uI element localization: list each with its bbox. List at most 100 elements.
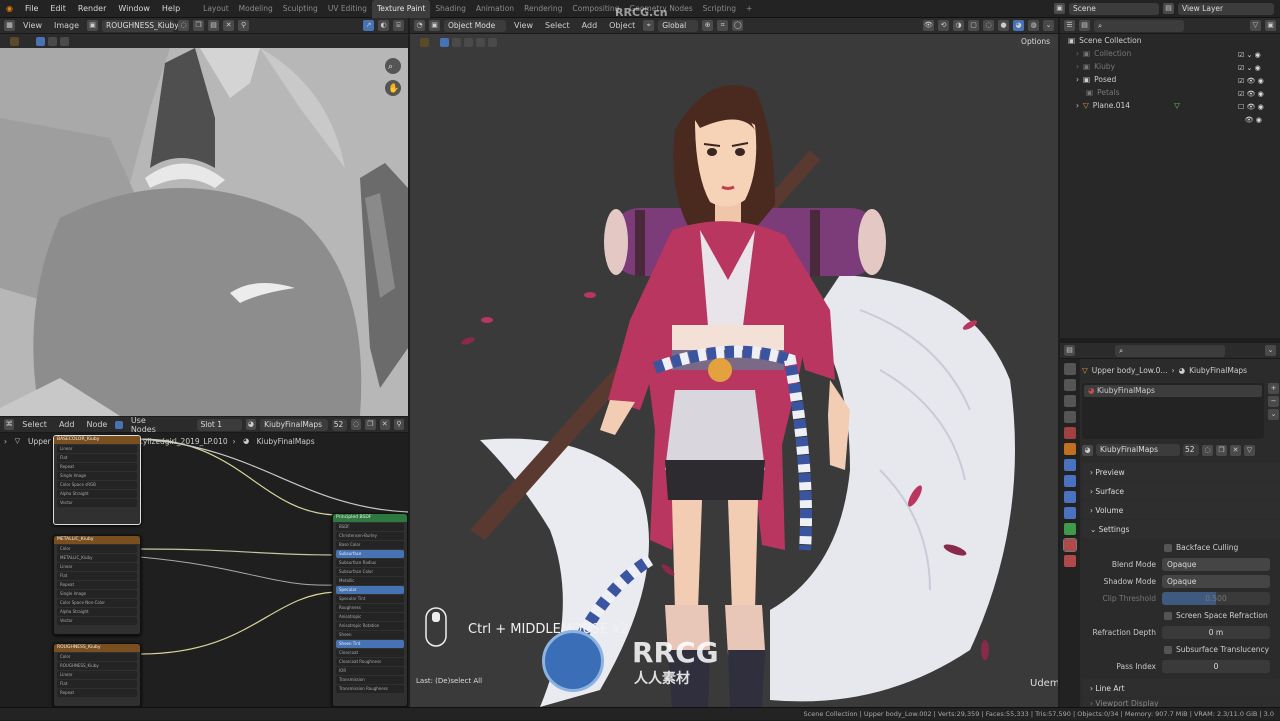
expand-icon[interactable]: › bbox=[1076, 101, 1079, 110]
toggle-row[interactable]: ☐ 👁 ◉ bbox=[1238, 103, 1278, 116]
uv-sync-icon[interactable]: ↗ bbox=[363, 20, 374, 31]
view-layer-tab-icon[interactable] bbox=[1064, 411, 1076, 423]
material-slot-item[interactable]: ◕ KiubyFinalMaps bbox=[1084, 385, 1262, 397]
material-datablock-name[interactable]: KiubyFinalMaps bbox=[1096, 444, 1180, 456]
remove-slot-icon[interactable]: − bbox=[1268, 396, 1279, 407]
new-image-icon[interactable]: ▤ bbox=[208, 20, 220, 31]
snap-icon[interactable]: ⌗ bbox=[717, 20, 729, 31]
pin-icon[interactable]: ⚲ bbox=[238, 20, 250, 31]
select-mode-icon[interactable] bbox=[36, 36, 45, 46]
overlays-icon[interactable]: ◑ bbox=[953, 20, 964, 31]
material-tab-icon[interactable] bbox=[1063, 538, 1077, 552]
select-intersect-icon[interactable] bbox=[488, 37, 497, 47]
tab-shading[interactable]: Shading bbox=[430, 0, 470, 18]
toggle-row[interactable]: ☑ 👁 ◉ bbox=[1238, 90, 1278, 103]
tool-settings-icon[interactable] bbox=[10, 36, 19, 46]
refraction-depth-field[interactable]: 0 m bbox=[1162, 626, 1270, 639]
section-volume[interactable]: › Volume bbox=[1082, 501, 1280, 519]
section-surface[interactable]: › Surface bbox=[1082, 482, 1280, 500]
viewport-add-menu[interactable]: Add bbox=[578, 21, 602, 30]
toggle-row[interactable]: ☑ 👁 ◉ bbox=[1238, 77, 1278, 90]
tab-scripting[interactable]: Scripting bbox=[698, 0, 741, 18]
outliner-search[interactable]: ⌕ bbox=[1094, 19, 1184, 32]
slot-list-box[interactable]: ◕ KiubyFinalMaps bbox=[1082, 383, 1264, 439]
image-browse-icon[interactable]: ▣ bbox=[87, 20, 99, 31]
section-preview[interactable]: › Preview bbox=[1082, 463, 1280, 481]
modifier-tab-icon[interactable] bbox=[1064, 459, 1076, 471]
visibility-icon[interactable]: 👁 bbox=[923, 20, 934, 31]
node-metallic[interactable]: METALLIC_Kiuby Color METALLIC_Kiuby Line… bbox=[53, 535, 141, 635]
menu-render[interactable]: Render bbox=[72, 0, 112, 18]
mode-selector[interactable]: Object Mode bbox=[444, 19, 506, 32]
gizmo-icon[interactable]: ⟲ bbox=[938, 20, 949, 31]
viewport-select-menu[interactable]: Select bbox=[541, 21, 574, 30]
ssr-checkbox[interactable] bbox=[1164, 611, 1172, 620]
toggle-row[interactable]: 👁 ◉ bbox=[1238, 116, 1278, 129]
node-roughness[interactable]: ROUGHNESS_Kiuby Color ROUGHNESS_Kiuby Li… bbox=[53, 643, 141, 707]
shield-icon[interactable]: ◌ bbox=[178, 20, 190, 31]
unlink-icon[interactable]: ✕ bbox=[1230, 444, 1241, 456]
menu-help[interactable]: Help bbox=[156, 0, 186, 18]
display-icon[interactable]: ⌸ bbox=[393, 20, 404, 31]
section-settings[interactable]: ⌄ Settings bbox=[1082, 520, 1280, 538]
pan-hand-icon[interactable]: ✋ bbox=[388, 84, 399, 94]
transform-orientation-selector[interactable]: Global bbox=[658, 19, 699, 32]
outliner-type-icon[interactable]: ☰ bbox=[1064, 20, 1075, 31]
overlay-icon[interactable]: ◐ bbox=[378, 20, 389, 31]
display-mode-icon[interactable]: ▤ bbox=[1079, 20, 1090, 31]
options-dropdown[interactable]: Options bbox=[1017, 36, 1054, 48]
select-extend-icon-2[interactable] bbox=[452, 37, 461, 47]
toggle-row[interactable]: ☑ ⌄ ◉ bbox=[1238, 64, 1278, 77]
menu-edit[interactable]: Edit bbox=[44, 0, 72, 18]
subsurface-translucency-row[interactable]: Subsurface Translucency bbox=[1082, 641, 1280, 658]
viewport-type-icon[interactable]: ◔ bbox=[414, 20, 425, 31]
xray-icon[interactable]: ▢ bbox=[968, 20, 979, 31]
fake-user-icon-2[interactable]: ◌ bbox=[1202, 444, 1213, 456]
shadow-mode-dropdown[interactable]: Opaque bbox=[1162, 575, 1270, 588]
menu-window[interactable]: Window bbox=[112, 0, 156, 18]
backface-culling-checkbox[interactable] bbox=[1164, 543, 1172, 552]
outliner-root[interactable]: ▣ Scene Collection bbox=[1060, 34, 1280, 47]
properties-options-icon[interactable]: ⌄ bbox=[1265, 345, 1276, 356]
material-browse-icon-2[interactable]: ◕ bbox=[1082, 444, 1093, 456]
expand-icon[interactable]: › bbox=[1076, 75, 1079, 84]
slot-menu-icon[interactable]: ⌄ bbox=[1268, 409, 1279, 420]
backface-culling-row[interactable]: Backface Culling bbox=[1082, 539, 1280, 556]
add-slot-icon[interactable]: + bbox=[1268, 383, 1279, 394]
clip-threshold-slider[interactable]: 0.500 bbox=[1162, 592, 1270, 605]
close-icon[interactable]: ✕ bbox=[223, 20, 235, 31]
material-preview-icon[interactable]: ◕ bbox=[1013, 20, 1024, 31]
properties-type-icon[interactable]: ▤ bbox=[1064, 345, 1075, 356]
expand-icon[interactable]: › bbox=[1076, 49, 1079, 58]
output-tab-icon[interactable] bbox=[1064, 395, 1076, 407]
filter-icon[interactable]: ▽ bbox=[1250, 20, 1261, 31]
editor-type-icon[interactable]: ▦ bbox=[4, 20, 15, 31]
solid-shading-icon[interactable]: ● bbox=[998, 20, 1009, 31]
rendered-shading-icon[interactable]: ◍ bbox=[1028, 20, 1039, 31]
node-principled-bsdf[interactable]: Principled BSDF BSDF Christensen-Burley … bbox=[332, 513, 408, 707]
ssr-row[interactable]: Screen Space Refraction bbox=[1082, 607, 1280, 624]
viewport-view-menu[interactable]: View bbox=[510, 21, 537, 30]
duplicate-icon-2[interactable]: ❐ bbox=[1216, 444, 1227, 456]
duplicate-icon[interactable]: ❐ bbox=[193, 20, 205, 31]
blend-mode-dropdown[interactable]: Opaque bbox=[1162, 558, 1270, 571]
material-datablock-users[interactable]: 52 bbox=[1183, 444, 1199, 456]
properties-search[interactable]: ⌕ bbox=[1115, 344, 1225, 357]
section-line-art[interactable]: › Line Art bbox=[1082, 679, 1280, 697]
image-menu[interactable]: Image bbox=[50, 21, 83, 30]
blender-logo-icon[interactable]: ◉ bbox=[0, 0, 19, 18]
tab-animation[interactable]: Animation bbox=[471, 0, 519, 18]
viewport-tool-settings-icon[interactable] bbox=[420, 37, 429, 47]
tab-sculpting[interactable]: Sculpting bbox=[278, 0, 323, 18]
roughness-texture-canvas[interactable] bbox=[0, 48, 408, 416]
zoom-icon[interactable]: ⌕ bbox=[388, 62, 393, 72]
view-layer-selector[interactable]: View Layer bbox=[1178, 2, 1274, 15]
particles-tab-icon[interactable] bbox=[1064, 475, 1076, 487]
pass-index-field[interactable]: 0 bbox=[1162, 660, 1270, 673]
constraints-tab-icon[interactable] bbox=[1064, 507, 1076, 519]
select-extend-icon[interactable] bbox=[48, 36, 57, 46]
toggle-row[interactable]: ☑ ⌄ ◉ bbox=[1238, 51, 1278, 64]
object-tab-icon[interactable] bbox=[1064, 443, 1076, 455]
tab-uv-editing[interactable]: UV Editing bbox=[323, 0, 372, 18]
select-subtract-icon-2[interactable] bbox=[464, 37, 473, 47]
